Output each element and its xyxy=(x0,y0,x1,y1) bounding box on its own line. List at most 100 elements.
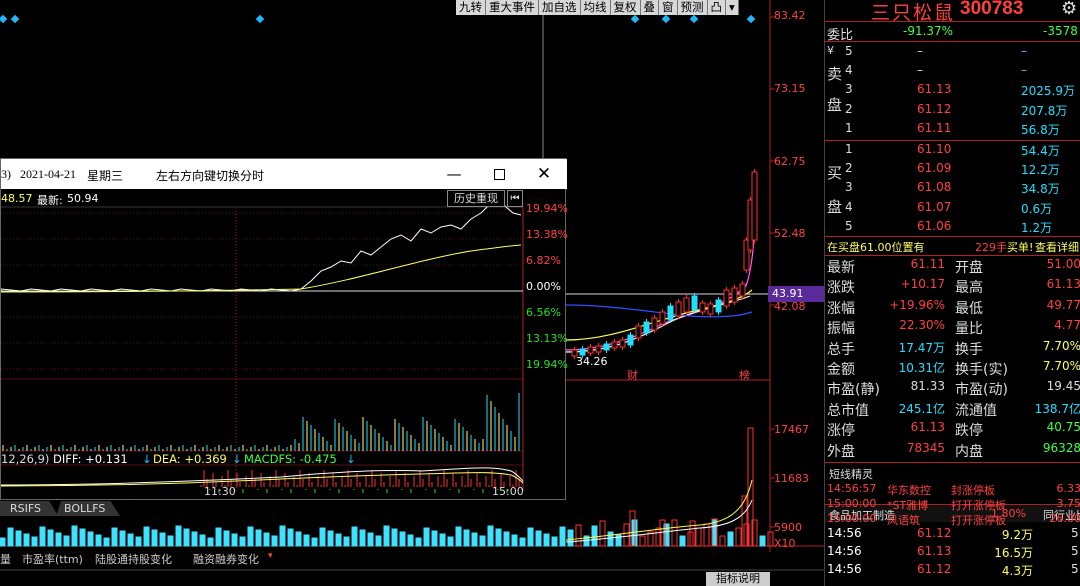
toolbar-button[interactable]: 均线 xyxy=(581,0,611,15)
tick-count: 5 xyxy=(1071,526,1079,540)
candle xyxy=(675,301,682,317)
buy-side-char: 盘 xyxy=(827,198,843,216)
price-axis-label: 62.75 xyxy=(774,155,806,168)
intraday-popup[interactable]: 3) 2021-04-21 星期三 左右方向键切换分时 — ✕ 48.57 最新… xyxy=(0,158,568,500)
volume-bar xyxy=(87,531,94,547)
order-notice: 在买盘61.00位置有 xyxy=(827,241,925,254)
volume-bar xyxy=(39,526,46,547)
toolbar-button[interactable]: ▾ xyxy=(726,0,739,15)
toolbar-button[interactable]: 窗 xyxy=(659,0,678,15)
short-name: 风语筑 xyxy=(887,514,920,527)
volume-bar xyxy=(535,530,542,547)
pct-axis-label: 19.94% xyxy=(526,358,568,371)
bottom-tab-margin[interactable]: 融资融券变化 xyxy=(193,550,259,570)
volume-bar xyxy=(127,533,134,547)
short-value: 6.33 xyxy=(1056,482,1080,495)
indicator-tab-bollfs[interactable]: BOLLFS xyxy=(56,501,120,516)
volume-bar xyxy=(431,530,438,547)
stat-label: 流通值 xyxy=(955,402,997,419)
sell-level: 3 xyxy=(845,82,853,97)
tick-volume: 16.5万 xyxy=(994,546,1033,560)
indicator-tab-rsifs[interactable]: RSIFS xyxy=(0,501,58,516)
stat-value: 245.1亿 xyxy=(898,401,945,416)
event-mark-finance[interactable]: 财 xyxy=(627,367,638,383)
buy-level: 2 xyxy=(845,161,853,176)
toolbar-button[interactable]: 预测 xyxy=(678,0,708,15)
bottom-tab-pe[interactable]: 市盈率(ttm) xyxy=(22,550,83,570)
volume-bar xyxy=(287,528,294,547)
stat-label: 最高 xyxy=(955,280,983,297)
ma-line xyxy=(565,295,751,353)
short-line-title[interactable]: 短线精灵 xyxy=(829,466,873,482)
volume-bar xyxy=(151,529,158,547)
toolbar-button[interactable]: 复权 xyxy=(611,0,641,15)
macd-dea: DEA: +0.369 xyxy=(153,452,227,466)
popup-code: 3) xyxy=(1,167,11,181)
buy-price: 61.07 xyxy=(917,199,952,214)
replay-start-icon[interactable]: ⏮ xyxy=(507,190,523,207)
buy-level: 4 xyxy=(845,199,853,214)
volume-bar xyxy=(47,529,54,547)
sell-volume: 207.8万 xyxy=(1021,103,1068,118)
stat-label: 跌停 xyxy=(955,423,983,440)
volume-bar xyxy=(311,537,318,547)
volume-bar xyxy=(199,534,206,547)
toolbar-button[interactable]: 九转 xyxy=(456,0,486,15)
volume-bar xyxy=(79,528,86,547)
event-mark-list[interactable]: 榜 xyxy=(739,367,750,383)
volume-bar xyxy=(71,525,78,547)
volume-bar xyxy=(295,531,302,547)
order-notice-action: 买单! xyxy=(1007,241,1034,254)
sell-price: 61.11 xyxy=(917,120,952,135)
popup-hint: 左右方向键切换分时 xyxy=(156,169,265,183)
bottom-tab-volume[interactable]: 量 xyxy=(0,550,11,570)
volume-bar xyxy=(119,530,126,547)
stat-value: 4.77 xyxy=(1054,318,1080,333)
volume-bar xyxy=(623,523,630,547)
close-icon[interactable]: ✕ xyxy=(524,159,564,189)
sell-side-char: 盘 xyxy=(827,96,843,114)
order-detail-link[interactable]: 查看详细 xyxy=(1035,239,1079,255)
volume-bar xyxy=(95,534,102,547)
stat-value: 17.47万 xyxy=(898,340,945,355)
volume-bar xyxy=(575,524,582,547)
volume-bar xyxy=(407,534,414,547)
stat-label: 内盘 xyxy=(955,443,983,460)
dropdown-arrow-icon[interactable]: ▾ xyxy=(268,551,273,561)
minimize-icon[interactable]: — xyxy=(434,159,474,189)
toolbar-button[interactable]: 重大事件 xyxy=(486,0,539,15)
stat-value: 78345 xyxy=(906,440,945,455)
volume-bar xyxy=(247,526,254,547)
macd-macdfs-arrow-icon: ↓ xyxy=(346,452,356,466)
price-axis-label: 52.48 xyxy=(774,227,806,240)
settings-gear-icon[interactable]: ⚙ xyxy=(1061,0,1077,19)
candle xyxy=(683,297,690,313)
volume-bar xyxy=(511,534,518,547)
sell-price: 61.13 xyxy=(917,82,952,97)
volume-axis-label: 17467 xyxy=(774,423,809,436)
candle xyxy=(587,346,594,354)
popup-titlebar[interactable]: 3) 2021-04-21 星期三 左右方向键切换分时 — ✕ xyxy=(1,159,567,189)
current-price-tag: 43.91 xyxy=(768,286,824,302)
toolbar-button[interactable]: 加自选 xyxy=(539,0,581,15)
stat-value: 61.13 xyxy=(1046,277,1080,292)
buy-price: 61.06 xyxy=(917,218,952,233)
macd-diff: DIFF: +0.131 xyxy=(53,452,128,466)
indicator-help-button[interactable]: 指标说明 xyxy=(706,572,770,586)
buy-side-char: 买 xyxy=(827,164,843,182)
toolbar-button[interactable]: 凸 xyxy=(708,0,726,15)
bottom-tab-hk-holdings[interactable]: 陆股通持股变化 xyxy=(95,550,172,570)
stat-value: 61.11 xyxy=(910,257,945,271)
buy-price: 61.10 xyxy=(917,142,952,156)
volume-bar xyxy=(495,528,502,547)
toolbar-button[interactable]: 叠 xyxy=(641,0,659,15)
buy-price: 61.08 xyxy=(917,180,952,195)
volume-bar xyxy=(351,526,358,547)
volume-bar xyxy=(143,526,150,547)
volume-bar xyxy=(271,535,278,547)
stat-label: 换手(实) xyxy=(955,362,1008,378)
candle xyxy=(691,295,698,311)
history-replay-button[interactable]: 历史重现 xyxy=(447,190,505,207)
maximize-icon[interactable] xyxy=(479,159,519,189)
short-name: 华东数控 xyxy=(887,484,931,497)
